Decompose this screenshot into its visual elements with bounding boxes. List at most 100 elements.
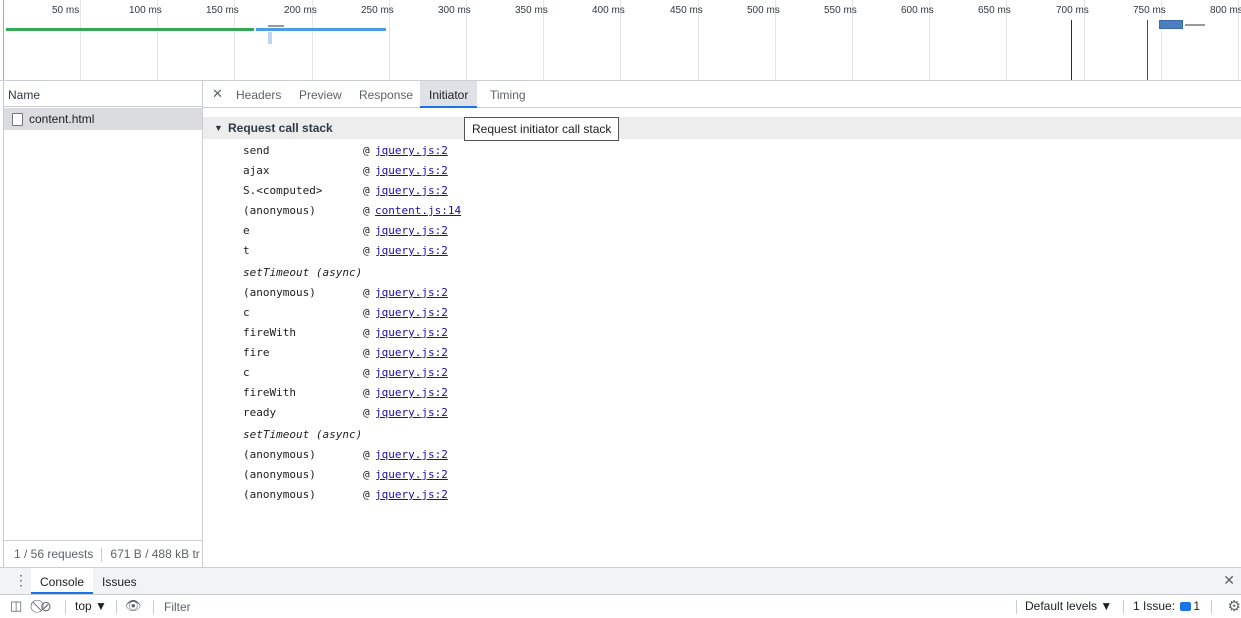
source-link[interactable]: jquery.js:2	[375, 283, 448, 303]
at-symbol: @	[363, 184, 370, 197]
overview-tick-label: 700 ms	[1056, 5, 1089, 16]
gear-icon[interactable]: ⚙	[1228, 597, 1241, 615]
overview-tick-label: 150 ms	[206, 5, 239, 16]
frame-function-name: fireWith	[243, 386, 296, 399]
more-options-icon[interactable]: ⋮	[14, 572, 28, 589]
issues-label: 1 Issue:	[1133, 599, 1176, 613]
at-symbol: @	[363, 366, 370, 379]
frame-function-name: e	[243, 224, 250, 237]
tab-timing[interactable]: Timing	[487, 81, 529, 107]
at-symbol: @	[363, 204, 370, 217]
frame-function-name: send	[243, 144, 270, 157]
source-link[interactable]: jquery.js:2	[375, 485, 448, 505]
source-link[interactable]: jquery.js:2	[375, 303, 448, 323]
overview-tick-label: 550 ms	[824, 5, 857, 16]
overview-download-segment	[256, 28, 386, 31]
toolbar-separator	[1211, 600, 1212, 614]
overview-tick-label: 600 ms	[901, 5, 934, 16]
source-link[interactable]: jquery.js:2	[375, 241, 448, 261]
at-symbol: @	[363, 224, 370, 237]
close-drawer-icon[interactable]: ✕	[1223, 572, 1235, 589]
overview-left-edge	[3, 0, 4, 80]
frame-function-name: ajax	[243, 164, 270, 177]
overview-tick-label: 100 ms	[129, 5, 162, 16]
log-levels-dropdown[interactable]: Default levels ▼	[1025, 599, 1112, 613]
frame-function-name: c	[243, 366, 250, 379]
sidebar-toggle-icon[interactable]: ◫	[10, 598, 22, 614]
tab-issues[interactable]: Issues	[98, 568, 141, 594]
panel-edge	[3, 81, 4, 567]
frame-function-name: c	[243, 306, 250, 319]
section-title: Request call stack	[228, 121, 333, 135]
tab-headers[interactable]: Headers	[233, 81, 284, 107]
toolbar-separator	[65, 600, 66, 614]
name-column-header[interactable]: Name	[4, 81, 202, 107]
close-icon[interactable]: ✕	[212, 86, 223, 102]
async-boundary: setTimeout (async)	[243, 266, 363, 279]
frame-function-name: (anonymous)	[243, 286, 316, 299]
overview-waiting-segment	[6, 28, 254, 31]
overview-tick-label: 450 ms	[670, 5, 703, 16]
at-symbol: @	[363, 164, 370, 177]
at-symbol: @	[363, 468, 370, 481]
tab-preview[interactable]: Preview	[296, 81, 345, 107]
triangle-down-icon: ▼	[214, 123, 223, 133]
block-icon: ⊘	[40, 598, 52, 614]
request-list-panel: Name content.html 1 / 56 requests 671 B /…	[0, 81, 203, 567]
frame-function-name: fireWith	[243, 326, 296, 339]
eye-icon[interactable]: 👁	[125, 598, 142, 614]
request-name: content.html	[29, 112, 95, 126]
console-toolbar: ◫ ⃠ ⊘ top ▼ 👁 Default levels ▼ 1 Issue: …	[0, 595, 1241, 618]
at-symbol: @	[363, 346, 370, 359]
issues-count: 1	[1193, 599, 1201, 613]
overview-tick-label: 50 ms	[52, 5, 80, 16]
message-icon	[1180, 602, 1192, 612]
overview-late-request-bar	[1159, 20, 1183, 29]
overview-tick-label: 400 ms	[592, 5, 625, 16]
overview-tick-label: 650 ms	[978, 5, 1011, 16]
status-separator	[101, 547, 103, 562]
overview-tick-label: 200 ms	[284, 5, 317, 16]
frame-function-name: t	[243, 244, 250, 257]
context-selector[interactable]: top ▼	[75, 599, 107, 613]
async-boundary: setTimeout (async)	[243, 428, 363, 441]
source-link[interactable]: jquery.js:2	[375, 383, 448, 403]
source-link[interactable]: jquery.js:2	[375, 221, 448, 241]
frame-function-name: fire	[243, 346, 270, 359]
issues-counter[interactable]: 1 Issue: 1	[1133, 599, 1200, 613]
source-link[interactable]: jquery.js:2	[375, 181, 448, 201]
source-link[interactable]: jquery.js:2	[375, 465, 448, 485]
tab-response[interactable]: Response	[356, 81, 416, 107]
source-link[interactable]: content.js:14	[375, 201, 461, 221]
network-overview[interactable]: 50 ms 100 ms 150 ms 200 ms 250 ms 300 ms 350 m…	[0, 0, 1241, 81]
source-link[interactable]: jquery.js:2	[375, 323, 448, 343]
frame-function-name: (anonymous)	[243, 488, 316, 501]
source-link[interactable]: jquery.js:2	[375, 445, 448, 465]
overview-tick-label: 750 ms	[1133, 5, 1166, 16]
source-link[interactable]: jquery.js:2	[375, 343, 448, 363]
source-link[interactable]: jquery.js:2	[375, 403, 448, 423]
source-link[interactable]: jquery.js:2	[375, 363, 448, 383]
transferred-size: 671 B / 488 kB tr	[110, 547, 200, 561]
frame-function-name: (anonymous)	[243, 468, 316, 481]
frame-function-name: (anonymous)	[243, 204, 316, 217]
network-status-bar: 1 / 56 requests 671 B / 488 kB tr	[4, 540, 202, 568]
tab-initiator[interactable]: Initiator	[420, 81, 478, 108]
request-count: 1 / 56 requests	[14, 547, 94, 561]
toolbar-separator	[1123, 600, 1124, 614]
overview-small-bar	[268, 25, 284, 27]
at-symbol: @	[363, 488, 370, 501]
tab-console[interactable]: Console	[31, 568, 94, 594]
filter-input[interactable]	[160, 598, 1008, 616]
dom-content-loaded-line	[1071, 20, 1072, 80]
request-row-selected[interactable]: content.html	[4, 108, 202, 130]
frame-function-name: (anonymous)	[243, 448, 316, 461]
request-details-panel: ✕ Headers Preview Response Initiator Tim…	[203, 81, 1241, 567]
overview-tick-label: 500 ms	[747, 5, 780, 16]
at-symbol: @	[363, 286, 370, 299]
request-call-stack-header[interactable]: ▼ Request call stack	[203, 117, 1241, 139]
tooltip: Request initiator call stack	[464, 117, 620, 141]
source-link[interactable]: jquery.js:2	[375, 141, 448, 161]
source-link[interactable]: jquery.js:2	[375, 161, 448, 181]
at-symbol: @	[363, 144, 370, 157]
